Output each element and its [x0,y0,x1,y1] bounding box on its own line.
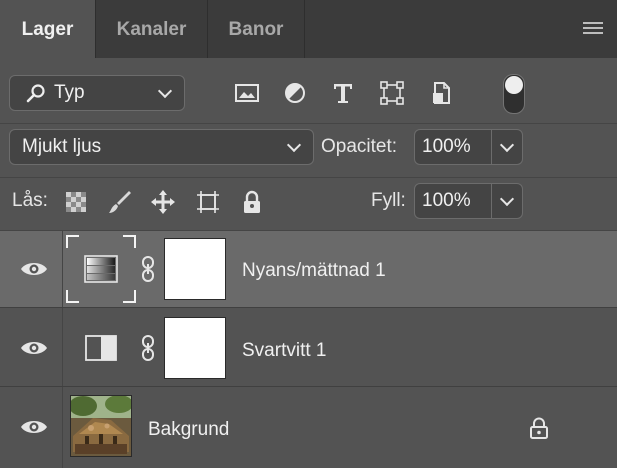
blend-mode-label: Mjukt ljus [22,136,102,157]
layers-panel: Lager Kanaler Banor Typ Mjukt ljus Opaci… [0,0,617,468]
fill-value: 100% [422,190,471,211]
tab-channels[interactable]: Kanaler [96,0,208,58]
tab-bar: Lager Kanaler Banor [0,0,617,58]
mask-link-chain-icon[interactable] [140,334,156,362]
layer-row[interactable]: Svartvitt 1 [0,308,617,386]
black-white-adjustment-icon [85,335,117,361]
lock-position-move-icon[interactable] [150,189,176,215]
smart-object-filter-icon[interactable] [429,80,455,106]
lock-transparent-pixels-icon[interactable] [63,189,89,215]
hue-saturation-adjustment-icon [84,255,118,283]
layer-mask-thumbnail[interactable] [164,238,226,300]
lock-label: Lås: [12,190,48,211]
image-filter-icon[interactable] [234,80,260,106]
shape-filter-icon[interactable] [379,80,405,106]
chevron-down-icon [157,83,173,99]
layer-locked-padlock-icon [530,417,548,439]
opacity-field[interactable]: 100% [414,129,492,165]
chevron-down-icon [286,137,302,153]
panel-menu-icon[interactable] [583,22,603,36]
layer-name[interactable]: Svartvitt 1 [242,340,326,362]
opacity-dropdown-button[interactable] [491,129,523,165]
type-filter-icon[interactable] [330,80,356,106]
mask-link-chain-icon[interactable] [140,255,156,283]
visibility-eye-icon[interactable] [20,338,48,358]
fill-label: Fyll: [371,190,406,211]
blend-mode-dropdown[interactable]: Mjukt ljus [9,129,314,165]
photo-thumbnail-art [71,396,131,456]
chevron-down-icon [499,191,515,207]
opacity-value: 100% [422,136,471,157]
search-icon [26,84,45,103]
fill-dropdown-button[interactable] [491,183,523,219]
tab-paths[interactable]: Banor [208,0,305,58]
lock-artboard-icon[interactable] [195,189,221,215]
layer-row[interactable]: Nyans/mättnad 1 [0,231,617,307]
layer-image-thumbnail[interactable] [70,395,132,457]
filter-type-dropdown[interactable]: Typ [9,75,185,111]
layer-name[interactable]: Bakgrund [148,419,229,441]
filter-toggle-switch[interactable] [503,74,525,114]
lock-all-padlock-icon[interactable] [239,189,265,215]
adjustment-filter-icon[interactable] [282,80,308,106]
lock-image-pixels-brush-icon[interactable] [107,189,133,215]
visibility-eye-icon[interactable] [20,259,48,279]
filter-type-label: Typ [54,82,85,103]
chevron-down-icon [499,137,515,153]
layer-mask-thumbnail[interactable] [164,317,226,379]
visibility-eye-icon[interactable] [20,417,48,437]
layer-name[interactable]: Nyans/mättnad 1 [242,260,386,282]
opacity-label: Opacitet: [321,136,398,157]
fill-field[interactable]: 100% [414,183,492,219]
tab-layers[interactable]: Lager [0,0,96,58]
